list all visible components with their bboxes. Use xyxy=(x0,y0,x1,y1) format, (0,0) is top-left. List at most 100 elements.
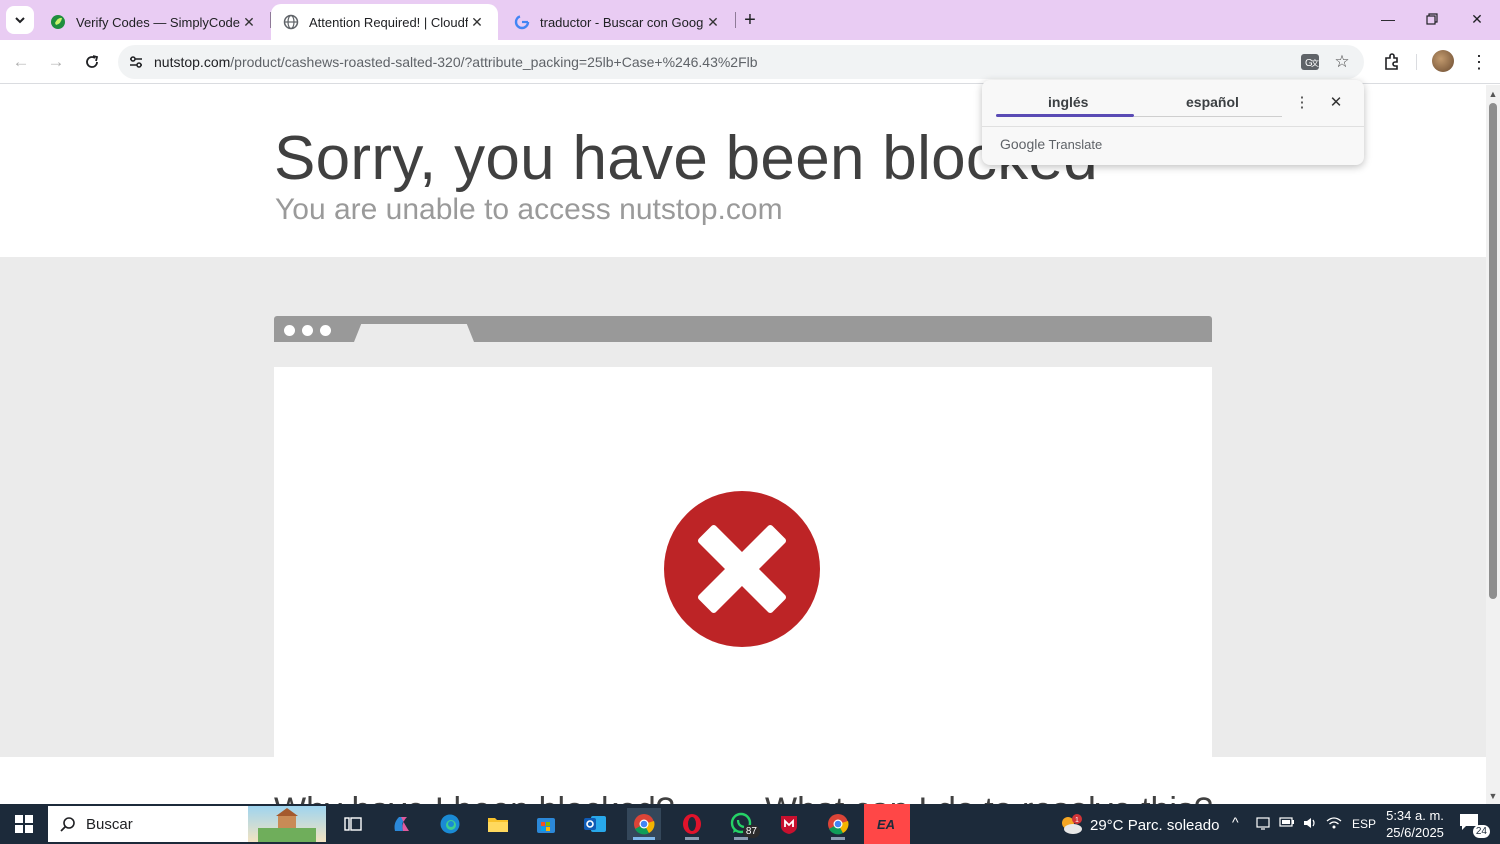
copilot-button[interactable] xyxy=(385,808,419,840)
active-language-underline xyxy=(996,114,1134,117)
google-g-icon xyxy=(514,14,530,30)
chevron-up-icon[interactable]: ^ xyxy=(1232,814,1239,830)
notification-center-button[interactable]: 24 xyxy=(1458,812,1490,838)
start-button[interactable] xyxy=(0,804,48,844)
weather-widget[interactable]: 1 29°C Parc. soleado xyxy=(1058,814,1219,836)
close-icon[interactable]: ✕ xyxy=(704,13,722,31)
browser-menu-button[interactable]: ⋮ xyxy=(1465,48,1493,76)
tab-strip: Verify Codes — SimplyCodes ✕ Attention R… xyxy=(0,0,1500,40)
extensions-button[interactable] xyxy=(1378,48,1406,76)
minimize-icon: — xyxy=(1381,11,1395,27)
chrome-profile-button[interactable] xyxy=(821,808,855,840)
windows-logo-icon xyxy=(15,815,33,833)
error-x-icon xyxy=(664,491,820,647)
forward-button[interactable]: → xyxy=(42,48,70,76)
system-clock[interactable]: 5:34 a. m. 25/6/2025 xyxy=(1382,807,1448,841)
translate-page-icon[interactable]: G文 xyxy=(1298,51,1322,73)
restore-icon xyxy=(1426,13,1438,25)
volume-icon[interactable] xyxy=(1302,816,1318,833)
folder-icon xyxy=(488,818,508,832)
chevron-down-icon xyxy=(15,17,25,24)
opera-button[interactable] xyxy=(675,808,709,840)
page-subtitle: You are unable to access nutstop.com xyxy=(275,193,783,226)
chrome-icon xyxy=(634,814,655,835)
url-text[interactable]: nutstop.com/product/cashews-roasted-salt… xyxy=(154,54,758,70)
notification-count: 24 xyxy=(1472,825,1490,838)
translate-close-button[interactable]: ✕ xyxy=(1326,92,1346,112)
tab-search-button[interactable] xyxy=(6,6,34,34)
close-icon[interactable]: ✕ xyxy=(468,13,486,31)
url-path: /product/cashews-roasted-salted-320/?att… xyxy=(230,54,758,70)
tab-separator xyxy=(735,12,736,28)
scroll-thumb[interactable] xyxy=(1489,103,1497,599)
whatsapp-button[interactable]: 87 xyxy=(724,808,760,840)
language-indicator[interactable]: ESP xyxy=(1352,817,1376,831)
svg-text:文: 文 xyxy=(1311,58,1319,68)
illustration-tab xyxy=(354,324,474,342)
ea-app-button[interactable]: EA xyxy=(864,804,910,844)
edge-button[interactable] xyxy=(433,808,467,840)
edge-icon xyxy=(440,814,460,834)
running-indicator xyxy=(734,837,748,840)
chrome-icon xyxy=(828,814,849,835)
browser-illustration-bar xyxy=(274,316,1212,342)
page-title: Sorry, you have been blocked xyxy=(274,124,1099,193)
weather-temp: 29°C xyxy=(1090,816,1124,834)
translate-options-button[interactable]: ⋮ xyxy=(1292,92,1312,112)
meet-now-icon[interactable] xyxy=(1256,816,1270,833)
battery-icon[interactable] xyxy=(1279,816,1295,831)
page-lower-section xyxy=(0,757,1486,804)
search-icon xyxy=(60,817,75,832)
language-tab-line xyxy=(1134,116,1282,117)
search-placeholder: Buscar xyxy=(86,816,133,833)
mcafee-button[interactable] xyxy=(772,808,806,840)
window-dot xyxy=(284,325,295,336)
search-highlight-image xyxy=(248,806,326,842)
close-window-button[interactable]: ✕ xyxy=(1455,0,1499,38)
cloudflare-block-page: Sorry, you have been blocked You are una… xyxy=(0,85,1486,804)
taskbar-search-box[interactable]: Buscar xyxy=(48,806,326,842)
clock-date: 25/6/2025 xyxy=(1386,825,1444,840)
window-dot xyxy=(302,325,313,336)
toolbar-divider xyxy=(1416,54,1417,70)
tab-google-translate-search[interactable]: traductor - Buscar con Google ✕ xyxy=(502,4,734,40)
task-view-button[interactable] xyxy=(336,808,370,840)
microsoft-store-button[interactable] xyxy=(529,808,563,840)
ea-logo-icon: EA xyxy=(877,817,895,832)
tab-title: Verify Codes — SimplyCodes xyxy=(76,14,240,30)
page-scrollbar[interactable]: ▲ ▼ xyxy=(1486,85,1500,804)
chrome-button[interactable] xyxy=(627,808,661,840)
file-explorer-button[interactable] xyxy=(481,808,515,840)
address-bar[interactable]: nutstop.com/product/cashews-roasted-salt… xyxy=(118,45,1364,79)
back-button[interactable]: ← xyxy=(7,48,35,76)
weather-condition: Parc. soleado xyxy=(1127,816,1220,834)
scroll-up-icon[interactable]: ▲ xyxy=(1488,89,1498,99)
tab-cloudflare[interactable]: Attention Required! | Cloudflare ✕ xyxy=(271,4,498,40)
globe-icon xyxy=(283,14,299,30)
arrow-left-icon: ← xyxy=(12,52,30,71)
reload-button[interactable] xyxy=(78,48,106,76)
tab-source-language[interactable]: inglés xyxy=(1048,94,1088,110)
scroll-down-icon[interactable]: ▼ xyxy=(1488,791,1498,801)
profile-avatar[interactable] xyxy=(1432,50,1454,72)
outlook-icon xyxy=(584,816,606,832)
close-icon[interactable]: ✕ xyxy=(240,13,258,31)
tab-simplycodes[interactable]: Verify Codes — SimplyCodes ✕ xyxy=(38,4,270,40)
simplycodes-leaf-icon xyxy=(50,14,66,30)
tab-target-language[interactable]: español xyxy=(1186,94,1239,110)
site-info-icon[interactable] xyxy=(126,52,146,72)
outlook-button[interactable] xyxy=(578,808,612,840)
bookmark-star-icon[interactable]: ☆ xyxy=(1330,51,1354,73)
popup-divider xyxy=(982,126,1364,127)
browser-toolbar: ← → nutstop.com/product/cashews-roasted-… xyxy=(0,40,1500,84)
copilot-icon xyxy=(394,817,409,831)
sun-cloud-icon: 1 xyxy=(1062,814,1082,834)
wifi-icon[interactable] xyxy=(1326,816,1342,833)
minimize-button[interactable]: — xyxy=(1366,0,1410,38)
tab-title: traductor - Buscar con Google xyxy=(540,14,704,30)
google-logo-text: Google xyxy=(1000,136,1046,152)
restore-button[interactable] xyxy=(1410,0,1454,38)
new-tab-button[interactable]: + xyxy=(738,8,762,32)
kebab-menu-icon: ⋮ xyxy=(1470,51,1488,72)
close-icon: ✕ xyxy=(1329,94,1343,111)
